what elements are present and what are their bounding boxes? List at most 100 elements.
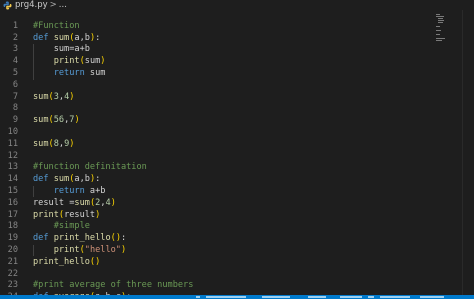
code-token: print [33,209,59,220]
code-line[interactable]: 16 result =sum(2,4) [0,198,462,210]
code-token: sum [84,56,101,67]
code-text: return a+b [33,186,106,198]
code-line[interactable]: 22 [0,269,462,281]
code-token: sum [53,174,70,185]
line-number: 21 [7,256,18,267]
breadcrumb-symbols[interactable]: ... [59,0,67,10]
code-token: print_hello [33,256,90,267]
code-token: print_hello [53,233,111,244]
code-text: return sum [33,68,106,80]
code-token: sum [33,138,49,149]
code-line[interactable]: 21 print_hello() [0,257,462,269]
code-token: ) [74,115,80,126]
line-number: 16 [7,197,18,208]
code-text: def print_hello(): [33,233,126,245]
code-text: result =sum(2,4) [33,198,116,210]
code-token: sum [74,197,90,208]
line-number: 7 [12,91,18,102]
line-number: 13 [7,162,18,173]
code-text: def sum(a,b): [33,174,100,186]
code-token: #simple [33,221,90,232]
code-token: #function definitation [33,162,147,173]
line-number: 15 [7,186,18,196]
line-number: 6 [12,79,18,90]
line-number: 8 [12,103,18,114]
code-token: print [53,56,80,67]
breadcrumb-file[interactable]: prg4.py [15,0,48,10]
code-token: ) [69,138,75,149]
line-number: 14 [7,174,18,185]
code-line[interactable]: 20 print("hello") [0,245,462,257]
code-line[interactable]: 5 return sum [0,68,462,80]
code-line[interactable]: 1 #Function [0,21,462,33]
line-number: 20 [7,245,18,255]
code-line[interactable]: 11 sum(8,9) [0,139,462,151]
code-text: print(sum) [33,56,106,68]
code-text: #print average of three numbers [33,280,193,292]
code-line[interactable]: 4 print(sum) [0,56,462,68]
code-token: : [95,174,101,185]
line-number: 17 [7,209,18,220]
code-token: : [95,32,101,43]
code-token: return [53,68,85,78]
code-token: print [53,245,80,255]
line-number: 2 [12,32,18,43]
code-token: sum [84,68,106,78]
code-line[interactable]: 15 return a+b [0,186,462,198]
code-text: sum(3,4) [33,92,74,104]
code-token: ) [95,256,101,267]
line-number: 22 [7,268,18,279]
code-token: ) [69,91,75,102]
code-token: ) [120,245,127,255]
breadcrumb-separator: > [49,0,57,10]
code-token: result [64,209,96,220]
code-token: sum [33,115,49,126]
code-line[interactable]: 10 [0,127,462,139]
code-line[interactable]: 17 print(result) [0,210,462,222]
code-text: sum=a+b [33,44,90,56]
code-token: def [33,174,54,185]
code-line[interactable]: 8 [0,103,462,115]
line-number: 23 [7,280,18,291]
code-line[interactable]: 7 sum(3,4) [0,92,462,104]
code-text: #simple [33,221,90,233]
code-token: sum=a+b [33,44,90,55]
code-token: "hello" [84,245,121,255]
line-number: 11 [7,138,18,149]
code-text: #function definitation [33,162,147,174]
line-number: 5 [12,68,18,78]
code-token: ) [95,209,101,220]
code-line[interactable]: 14 def sum(a,b): [0,174,462,186]
line-number: 18 [7,221,18,232]
python-file-icon [3,1,12,10]
code-line[interactable]: 23 #print average of three numbers [0,280,462,292]
code-text: print_hello() [33,257,100,269]
code-token: a,b [74,32,90,43]
code-token: def [33,32,54,43]
code-token: ) [100,56,106,67]
code-token: ) [110,197,116,208]
code-line[interactable]: 9 sum(56,7) [0,115,462,127]
vertical-scrollbar[interactable] [462,10,474,295]
code-editor[interactable]: 1 #Function 2 def sum(a,b): 3 sum=a+b 4 print… [0,10,474,295]
code-line[interactable]: 19 def print_hello(): [0,233,462,245]
code-line[interactable]: 6 [0,80,462,92]
code-line[interactable]: 13 #function definitation [0,162,462,174]
code-line[interactable]: 18 #simple [0,221,462,233]
line-number: 19 [7,233,18,244]
code-token: : [121,233,127,244]
line-number: 3 [12,44,18,55]
code-line[interactable]: 3 sum=a+b [0,44,462,56]
code-text: print(result) [33,210,100,222]
code-token: #Function [33,20,80,31]
minimap[interactable] [436,14,446,42]
code-text: print("hello") [33,245,126,257]
code-line[interactable]: 12 [0,151,462,163]
code-line[interactable]: 2 def sum(a,b): [0,33,462,45]
code-text: #Function [33,21,80,33]
status-bar [0,295,474,299]
